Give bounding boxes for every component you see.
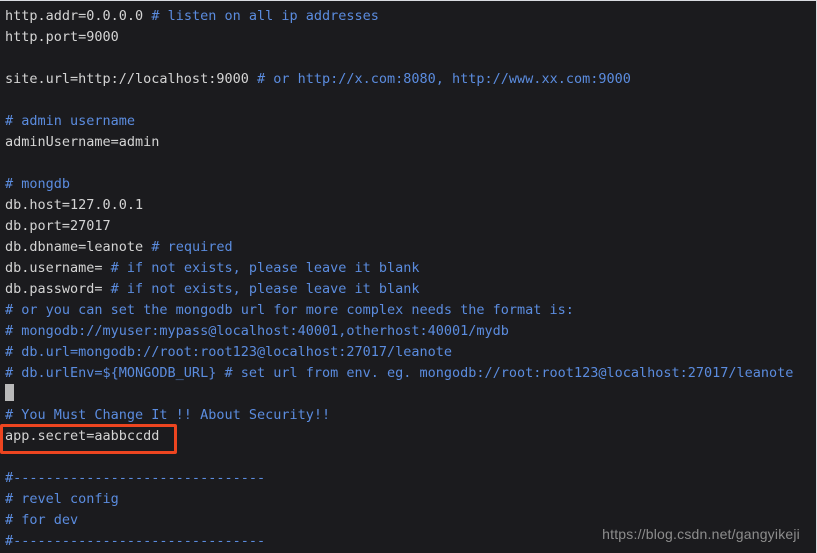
code-token: db.port=27017 xyxy=(5,218,111,234)
code-token: adminUsername=admin xyxy=(5,134,160,150)
line-mongodb-header[interactable]: # mongdb xyxy=(5,174,816,195)
comment-token: #------------------------------- xyxy=(5,533,266,549)
line-admin-comment[interactable]: # admin username xyxy=(5,111,816,132)
code-token: http.addr=0.0.0.0 xyxy=(5,8,152,24)
line-http-addr[interactable]: http.addr=0.0.0.0 # listen on all ip add… xyxy=(5,6,816,27)
line-http-port[interactable]: http.port=9000 xyxy=(5,27,816,48)
comment-token: # mongodb://myuser:mypass@localhost:4000… xyxy=(5,323,509,339)
code-token: app.secret=aabbccdd xyxy=(5,428,160,444)
code-token: db.dbname=leanote xyxy=(5,239,152,255)
comment-token: # listen on all ip addresses xyxy=(151,8,379,24)
line-url-note[interactable]: # or you can set the mongodb url for mor… xyxy=(5,300,816,321)
line-admin-username[interactable]: adminUsername=admin xyxy=(5,132,816,153)
line-security-note[interactable]: # You Must Change It !! About Security!! xyxy=(5,405,816,426)
line-blank-4[interactable] xyxy=(5,447,816,468)
line-app-secret[interactable]: app.secret=aabbccdd xyxy=(5,426,816,447)
comment-token: # revel config xyxy=(5,491,119,507)
comment-token: # for dev xyxy=(5,512,79,528)
code-token: db.password= xyxy=(5,281,111,297)
comment-token: # db.urlEnv=${MONGODB_URL} # set url fro… xyxy=(5,365,794,381)
comment-token: # admin username xyxy=(5,113,136,129)
line-site-url[interactable]: site.url=http://localhost:9000 # or http… xyxy=(5,69,816,90)
line-db-urlenv[interactable]: # db.urlEnv=${MONGODB_URL} # set url fro… xyxy=(5,363,816,384)
code-token: db.username= xyxy=(5,260,111,276)
comment-token: # or you can set the mongodb url for mor… xyxy=(5,302,574,318)
code-token: http.port=9000 xyxy=(5,29,119,45)
line-blank-1[interactable] xyxy=(5,48,816,69)
code-token: db.host=127.0.0.1 xyxy=(5,197,144,213)
comment-token: # if not exists, please leave it blank xyxy=(110,260,420,276)
line-db-url[interactable]: # db.url=mongodb://root:root123@localhos… xyxy=(5,342,816,363)
watermark-url: https://blog.csdn.net/gangyikeji xyxy=(602,526,800,542)
text-cursor xyxy=(5,384,14,401)
code-content[interactable]: http.addr=0.0.0.0 # listen on all ip add… xyxy=(5,6,816,552)
comment-token: # db.url=mongodb://root:root123@localhos… xyxy=(5,344,453,360)
line-db-host[interactable]: db.host=127.0.0.1 xyxy=(5,195,816,216)
line-separator-top[interactable]: #------------------------------- xyxy=(5,468,816,489)
line-blank-3[interactable] xyxy=(5,153,816,174)
line-db-port[interactable]: db.port=27017 xyxy=(5,216,816,237)
comment-token: #------------------------------- xyxy=(5,470,266,486)
comment-token: # or http://x.com:8080, http://www.xx.co… xyxy=(256,71,631,87)
comment-token: # required xyxy=(151,239,233,255)
comment-token: # mongdb xyxy=(5,176,71,192)
code-editor[interactable]: http.addr=0.0.0.0 # listen on all ip add… xyxy=(0,0,817,553)
comment-token: # if not exists, please leave it blank xyxy=(110,281,420,297)
line-url-example[interactable]: # mongodb://myuser:mypass@localhost:4000… xyxy=(5,321,816,342)
line-revel-config[interactable]: # revel config xyxy=(5,489,816,510)
line-db-username[interactable]: db.username= # if not exists, please lea… xyxy=(5,258,816,279)
line-blank-2[interactable] xyxy=(5,90,816,111)
code-token: site.url=http://localhost:9000 xyxy=(5,71,257,87)
comment-token: # You Must Change It !! About Security!! xyxy=(5,407,331,423)
line-db-password[interactable]: db.password= # if not exists, please lea… xyxy=(5,279,816,300)
line-db-dbname[interactable]: db.dbname=leanote # required xyxy=(5,237,816,258)
line-cursor[interactable] xyxy=(5,384,816,405)
